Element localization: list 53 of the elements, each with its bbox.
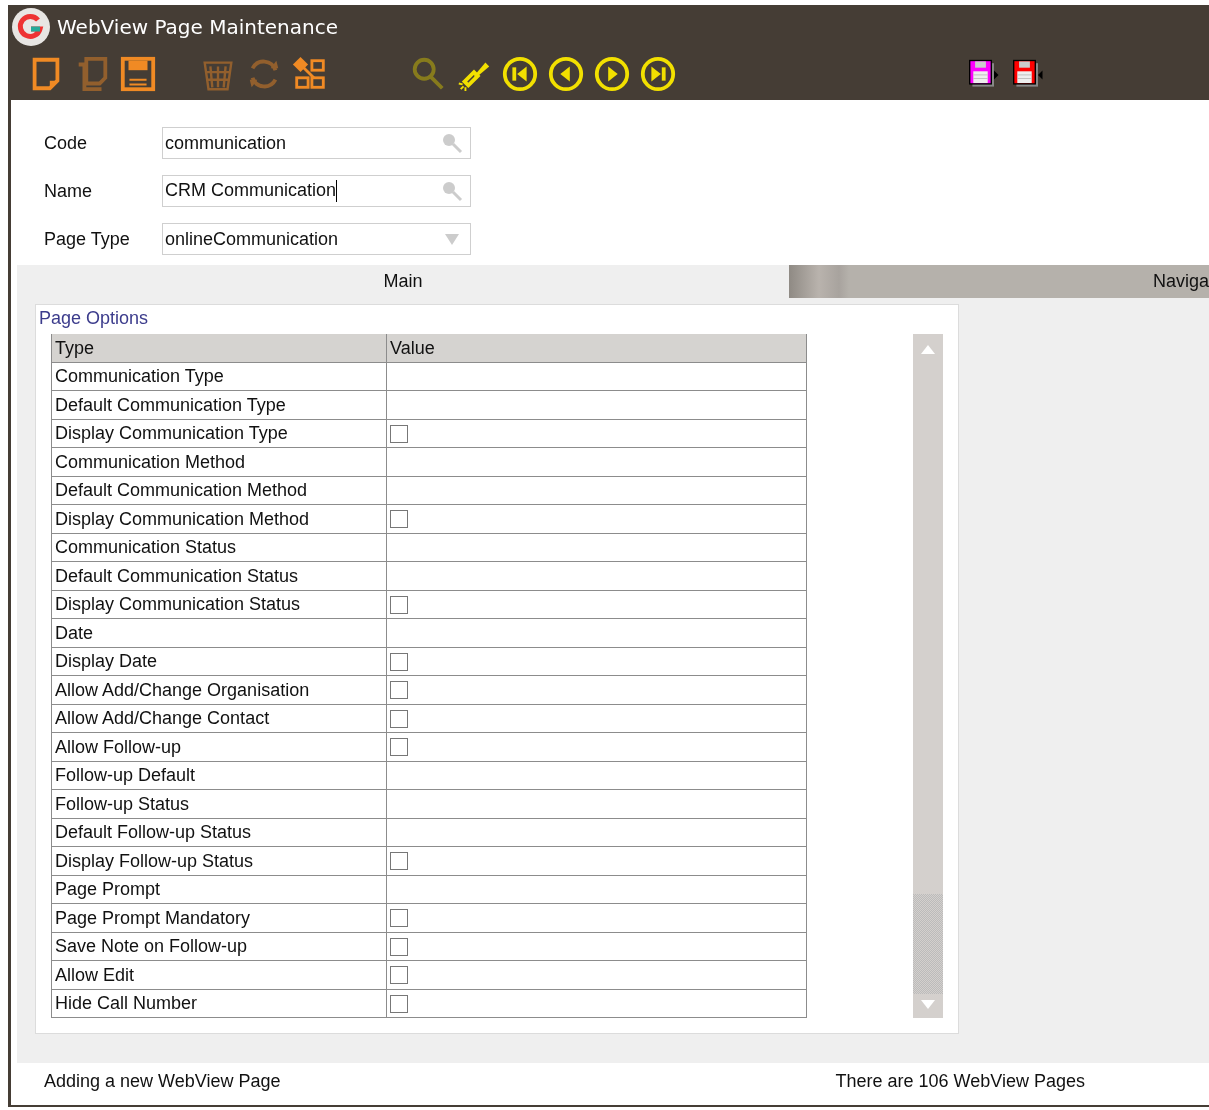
checkbox[interactable] [390,852,408,871]
table-cell: Communication Method [51,448,387,477]
column-header: Value [387,334,807,363]
column-header: Type [51,334,387,363]
table-cell: Display Communication Status [51,590,387,619]
tab[interactable]: Main [17,265,789,298]
table-cell: Default Communication Method [51,476,387,505]
window-title: WebView Page Maintenance [57,14,338,39]
group-title: Page Options [39,307,150,330]
table-cell: Default Communication Status [51,562,387,591]
search-icon [440,131,464,155]
tab[interactable]: Naviga [789,265,1209,298]
table-cell: Display Communication Method [51,505,387,534]
status-text: There are 106 WebView Pages [835,1071,1085,1092]
table-cell: Display Follow-up Status [51,847,387,876]
table-cell: Save Note on Follow-up [51,932,387,961]
table-cell: Hide Call Number [51,989,387,1018]
status-text: Adding a new WebView Page [44,1071,281,1092]
table-cell: Page Prompt [51,875,387,904]
checkbox[interactable] [390,510,408,529]
checkbox[interactable] [390,966,408,985]
table-cell: Communication Status [51,533,387,562]
table-cell: Display Communication Type [51,419,387,448]
table-cell: Display Date [51,647,387,676]
checkbox[interactable] [390,424,408,443]
input-field[interactable]: CRM Communication [162,175,471,207]
table-cell: Allow Follow-up [51,733,387,762]
table-cell: Communication Type [51,362,387,391]
field-label: Page Type [44,228,131,250]
table-cell: Default Follow-up Status [51,818,387,847]
checkbox[interactable] [390,709,408,728]
field-label: Name [44,180,93,202]
search-icon [440,179,464,203]
table-cell: Date [51,619,387,648]
checkbox[interactable] [390,738,408,757]
table-cell: Follow-up Default [51,761,387,790]
table-cell: Allow Add/Change Organisation [51,676,387,705]
checkbox[interactable] [390,994,408,1013]
table-cell: Default Communication Type [51,391,387,420]
scrollbar[interactable] [913,334,943,1018]
table-cell: Page Prompt Mandatory [51,904,387,933]
checkbox[interactable] [390,909,408,928]
dropdown-field[interactable]: onlineCommunication [162,223,471,255]
checkbox[interactable] [390,681,408,700]
logo-icon [11,6,51,47]
table-cell: Allow Add/Change Contact [51,704,387,733]
field-label: Code [44,132,89,154]
table-cell: Allow Edit [51,961,387,990]
checkbox[interactable] [390,937,408,956]
table-cell: Follow-up Status [51,790,387,819]
checkbox[interactable] [390,595,408,614]
input-field[interactable]: communication [162,127,471,159]
checkbox[interactable] [390,652,408,671]
